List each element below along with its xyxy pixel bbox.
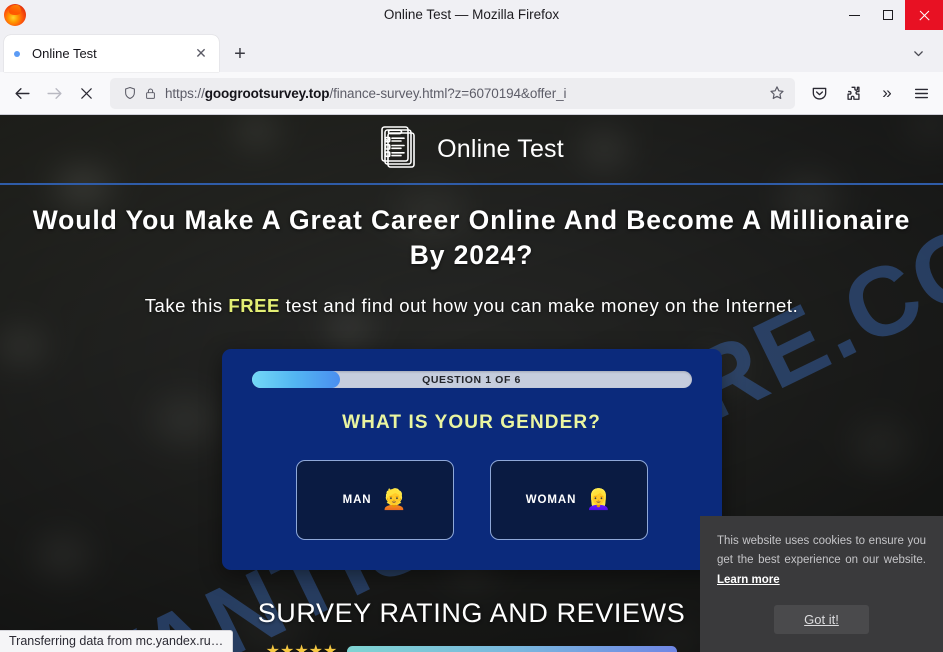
hero-section: Would You Make A Great Career Online And… bbox=[0, 185, 943, 317]
forward-button[interactable] bbox=[38, 77, 70, 109]
url-protocol: https:// bbox=[165, 85, 205, 101]
browser-tab[interactable]: Online Test ✕ bbox=[4, 35, 219, 72]
list-all-tabs-icon[interactable] bbox=[905, 40, 931, 66]
maximize-button[interactable] bbox=[871, 0, 905, 30]
shield-icon[interactable] bbox=[120, 83, 140, 103]
back-button[interactable] bbox=[6, 77, 38, 109]
cookie-accept-button[interactable]: Got it! bbox=[774, 605, 869, 634]
survey-progress-bar: QUESTION 1 OF 6 bbox=[251, 371, 692, 389]
answer-label: WOMAN bbox=[525, 494, 577, 507]
hero-subheadline: Take this FREE test and find out how you… bbox=[0, 295, 943, 317]
close-window-button[interactable] bbox=[905, 0, 943, 30]
site-header: Online Test bbox=[0, 115, 943, 185]
extensions-puzzle-icon[interactable] bbox=[837, 77, 869, 109]
hero-headline: Would You Make A Great Career Online And… bbox=[32, 205, 911, 271]
hero-free-highlight: FREE bbox=[228, 295, 280, 317]
url-domain: googrootsurvey.top bbox=[204, 85, 330, 101]
window-title: Online Test — Mozilla Firefox bbox=[383, 7, 560, 22]
cookie-button-wrap: Got it! bbox=[717, 605, 926, 634]
woman-emoji-icon: 👱‍♀️ bbox=[586, 489, 612, 512]
bookmark-star-icon[interactable] bbox=[765, 81, 789, 105]
answer-option-woman[interactable]: WOMAN 👱‍♀️ bbox=[489, 460, 648, 541]
survey-answers: MAN 👱 WOMAN 👱‍♀️ bbox=[252, 460, 692, 541]
site-title: Online Test bbox=[437, 134, 564, 163]
survey-progress-label: QUESTION 1 OF 6 bbox=[422, 373, 521, 386]
navigation-toolbar: https://googrootsurvey.top/finance-surve… bbox=[0, 72, 943, 115]
tab-strip: Online Test ✕ + bbox=[0, 30, 943, 72]
tab-title: Online Test bbox=[32, 46, 97, 61]
page-viewport: MYANTISPYWARE.COM bbox=[0, 115, 943, 652]
star-rating-icon: ★★★★★ bbox=[265, 643, 338, 652]
tab-favicon-placeholder-icon bbox=[14, 50, 20, 57]
cookie-consent-banner: This website uses cookies to ensure you … bbox=[700, 515, 943, 652]
url-path: /finance-survey.html?z=6070194&offer_i bbox=[329, 85, 567, 101]
window-controls bbox=[837, 0, 943, 30]
url-text[interactable]: https://googrootsurvey.top/finance-surve… bbox=[165, 86, 765, 101]
answer-label: MAN bbox=[342, 494, 372, 507]
man-emoji-icon: 👱 bbox=[381, 489, 407, 512]
url-bar[interactable]: https://googrootsurvey.top/finance-surve… bbox=[110, 77, 795, 109]
clipboard-survey-logo-icon bbox=[379, 124, 423, 174]
lock-icon[interactable] bbox=[140, 83, 160, 103]
hero-sub-after: test and find out how you can make money… bbox=[279, 295, 799, 317]
page-content: Online Test Would You Make A Great Caree… bbox=[0, 115, 943, 652]
survey-question-text: WHAT IS YOUR GENDER? bbox=[342, 412, 601, 434]
app-menu-icon[interactable] bbox=[905, 77, 937, 109]
cookie-message: This website uses cookies to ensure you … bbox=[717, 534, 926, 567]
survey-card: QUESTION 1 OF 6 WHAT IS YOUR GENDER? MAN… bbox=[221, 349, 722, 571]
answer-option-man[interactable]: MAN 👱 bbox=[295, 460, 454, 541]
stop-loading-button[interactable] bbox=[70, 77, 102, 109]
rating-gradient-bar bbox=[347, 645, 678, 652]
firefox-window: Online Test — Mozilla Firefox Online Tes… bbox=[0, 0, 943, 652]
minimize-button[interactable] bbox=[837, 0, 871, 30]
overflow-menu-icon[interactable]: » bbox=[871, 77, 903, 109]
window-titlebar: Online Test — Mozilla Firefox bbox=[0, 0, 943, 30]
status-bar: Transferring data from mc.yandex.ru… bbox=[0, 630, 234, 652]
close-tab-icon[interactable]: ✕ bbox=[191, 44, 211, 64]
new-tab-button[interactable]: + bbox=[225, 39, 255, 69]
firefox-logo-icon bbox=[4, 4, 26, 26]
toolbar-icons: » bbox=[803, 77, 937, 109]
cookie-text: This website uses cookies to ensure you … bbox=[717, 532, 926, 591]
cookie-learn-more-link[interactable]: Learn more bbox=[717, 574, 780, 586]
pocket-icon[interactable] bbox=[803, 77, 835, 109]
hero-sub-before: Take this bbox=[144, 295, 229, 317]
